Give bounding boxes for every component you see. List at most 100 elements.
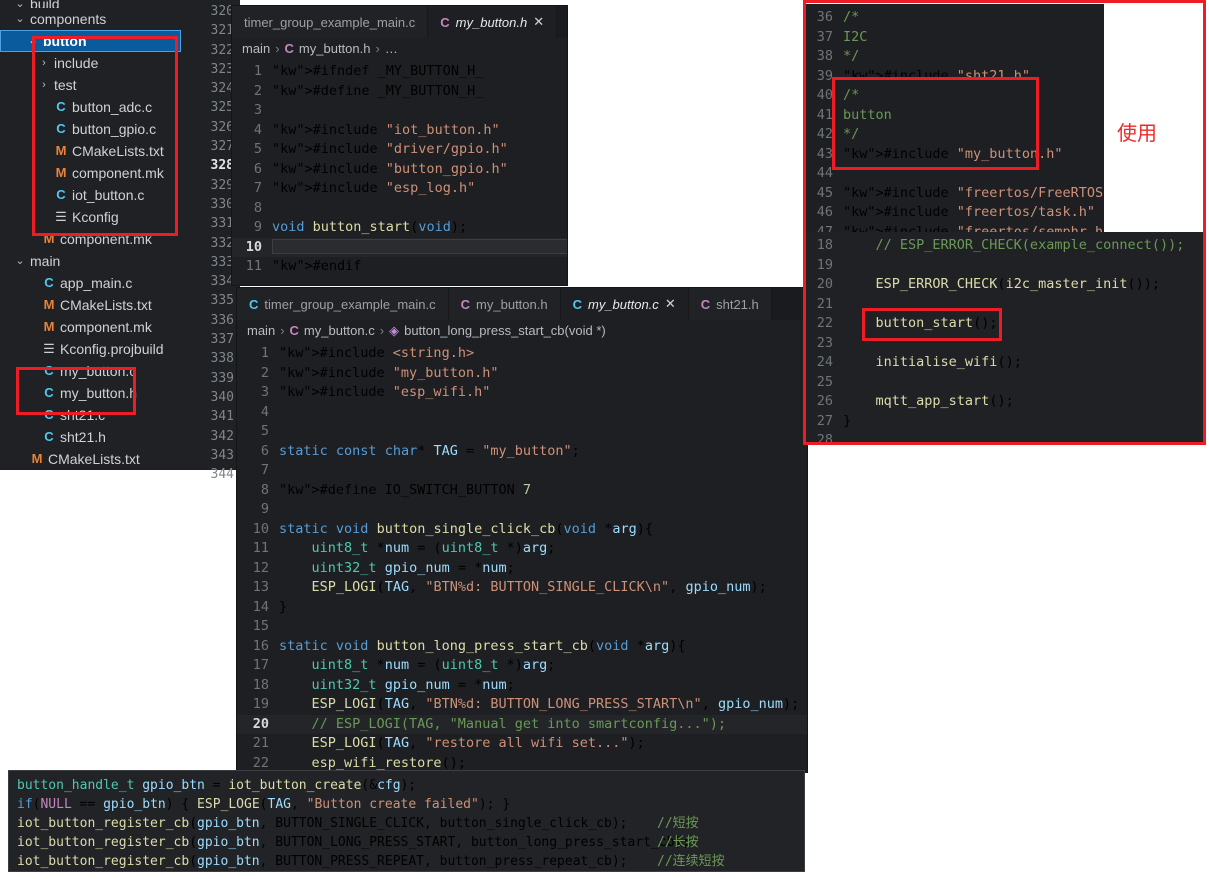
- sidebar-item-cmakelists-txt[interactable]: M CMakeLists.txt: [0, 140, 181, 162]
- breadcrumb-file[interactable]: my_button.h: [299, 38, 371, 60]
- code-line-text[interactable]: uint32_t gpio_num = *num;: [279, 559, 807, 579]
- sidebar-item-component-mk[interactable]: Mcomponent.mk: [0, 228, 181, 250]
- code-line[interactable]: 27}: [805, 412, 1205, 432]
- code-line[interactable]: 8: [232, 199, 567, 219]
- code-line-text[interactable]: [279, 403, 807, 423]
- code-line-text[interactable]: [843, 431, 1205, 445]
- code-line-text[interactable]: "kw">#include "esp_wifi.h": [279, 383, 807, 403]
- code-line[interactable]: 9 void button_start(void);: [232, 218, 567, 238]
- code-line-text[interactable]: static const char* TAG = "my_button";: [279, 442, 807, 462]
- code-line-text[interactable]: */: [843, 125, 1104, 145]
- code-line-text[interactable]: "kw">#endif: [272, 257, 567, 277]
- code-area-app-main-includes[interactable]: 36/* 37 I2C 38 */39 "kw">#include "sht21.h" 40…: [805, 4, 1104, 233]
- code-line[interactable]: 8 "kw">#define IO_SWITCH_BUTTON 7: [237, 481, 807, 501]
- code-line-text[interactable]: "kw">#ifndef _MY_BUTTON_H_: [272, 62, 567, 82]
- code-line-text[interactable]: /*: [843, 8, 1104, 28]
- sidebar-item-test[interactable]: › test: [0, 74, 181, 96]
- code-line-text[interactable]: [272, 101, 567, 121]
- code-line[interactable]: 23: [805, 334, 1205, 354]
- code-line-text[interactable]: button_handle_t gpio_btn = iot_button_cr…: [17, 776, 657, 795]
- code-line[interactable]: 12 uint32_t gpio_num = *num;: [237, 559, 807, 579]
- code-line[interactable]: 26 mqtt_app_start();: [805, 392, 1205, 412]
- tab-sht21-h[interactable]: Csht21.h: [688, 288, 772, 320]
- code-line-text[interactable]: "kw">#include "driver/gpio.h": [272, 140, 567, 160]
- code-line[interactable]: 36 /*: [805, 8, 1104, 28]
- code-line[interactable]: iot_button_register_cb(gpio_btn, BUTTON_…: [17, 852, 804, 871]
- code-line[interactable]: if(NULL == gpio_btn) { ESP_LOGE(TAG, "Bu…: [17, 795, 804, 814]
- code-line[interactable]: iot_button_register_cb(gpio_btn, BUTTON_…: [17, 833, 804, 852]
- code-line[interactable]: 45 "kw">#include "freertos/FreeRTOS.h": [805, 184, 1104, 204]
- breadcrumb-tail[interactable]: …: [385, 38, 398, 60]
- code-line[interactable]: 25: [805, 373, 1205, 393]
- sidebar-item-my-button-c[interactable]: Cmy_button.c: [0, 360, 181, 382]
- code-line-text[interactable]: ESP_LOGI(TAG, "restore all wifi set...")…: [279, 734, 807, 754]
- code-line-text[interactable]: // ESP_LOGI(TAG, "Manual get into smartc…: [279, 715, 807, 735]
- code-line[interactable]: 43 "kw">#include "my_button.h": [805, 145, 1104, 165]
- code-line-text[interactable]: button: [843, 106, 1104, 126]
- code-line[interactable]: 4 "kw">#include "iot_button.h": [232, 121, 567, 141]
- code-line-text[interactable]: [843, 295, 1205, 315]
- code-line-text[interactable]: iot_button_register_cb(gpio_btn, BUTTON_…: [17, 852, 657, 871]
- sidebar-item-cmakelists-txt[interactable]: M CMakeLists.txt: [0, 294, 181, 316]
- code-line-text[interactable]: "kw">#include "my_button.h": [279, 364, 807, 384]
- code-line[interactable]: 28: [805, 431, 1205, 445]
- sidebar-item-cmakelists-txt[interactable]: M CMakeLists.txt: [0, 448, 181, 470]
- code-line[interactable]: 1 "kw">#ifndef _MY_BUTTON_H_: [232, 62, 567, 82]
- code-line-text[interactable]: if(NULL == gpio_btn) { ESP_LOGE(TAG, "Bu…: [17, 795, 657, 814]
- code-line-text[interactable]: "kw">#include "freertos/task.h": [843, 203, 1104, 223]
- sidebar-item-iot-button-c[interactable]: Ciot_button.c: [0, 184, 181, 206]
- code-line-text[interactable]: [279, 422, 807, 442]
- breadcrumb-my-button-h[interactable]: main › C my_button.h › …: [232, 38, 567, 60]
- code-line[interactable]: 22 button_start();: [805, 314, 1205, 334]
- code-area-snippet[interactable]: button_handle_t gpio_btn = iot_button_cr…: [9, 771, 804, 871]
- code-line-text[interactable]: "kw">#include "my_button.h": [843, 145, 1104, 165]
- code-line-text[interactable]: [843, 334, 1205, 354]
- code-line[interactable]: 39 "kw">#include "sht21.h": [805, 67, 1104, 87]
- code-line[interactable]: 3 "kw">#include "esp_wifi.h": [237, 383, 807, 403]
- sidebar-item-components[interactable]: ⌄ components: [0, 8, 181, 30]
- code-snippet-panel[interactable]: button_handle_t gpio_btn = iot_button_cr…: [8, 770, 805, 872]
- code-line-text[interactable]: "kw">#define _MY_BUTTON_H_: [272, 82, 567, 102]
- code-line-text[interactable]: "kw">#include "button_gpio.h": [272, 160, 567, 180]
- editor-panel-my-button-c[interactable]: Ctimer_group_example_main.c Cmy_button.h C…: [237, 288, 807, 772]
- sidebar-item-main[interactable]: ⌄ main: [0, 250, 181, 272]
- code-line[interactable]: 38 */: [805, 47, 1104, 67]
- code-line[interactable]: 18 // ESP_ERROR_CHECK(example_connect())…: [805, 236, 1205, 256]
- code-line-text[interactable]: ESP_LOGI(TAG, "BTN%d: BUTTON_LONG_PRESS_…: [279, 695, 807, 715]
- code-line-text[interactable]: [843, 373, 1205, 393]
- code-line[interactable]: 3: [232, 101, 567, 121]
- code-line[interactable]: 20 ESP_ERROR_CHECK(i2c_master_init());: [805, 275, 1205, 295]
- sidebar-item-button[interactable]: ⌄ button: [0, 30, 181, 52]
- code-area-my-button-h[interactable]: 1 "kw">#ifndef _MY_BUTTON_H_ 2 "kw">#define…: [232, 60, 567, 277]
- code-line[interactable]: 9: [237, 500, 807, 520]
- sidebar-item-app-main-c[interactable]: Capp_main.c: [0, 272, 181, 294]
- code-line[interactable]: 15: [237, 617, 807, 637]
- sidebar-item-kconfig-projbuild[interactable]: ☰ Kconfig.projbuild: [0, 338, 181, 360]
- code-line-text[interactable]: [843, 164, 1104, 184]
- code-line[interactable]: 17 uint8_t *num = (uint8_t *)arg;: [237, 656, 807, 676]
- code-line-text[interactable]: button_start();: [843, 314, 1205, 334]
- code-line[interactable]: 5: [237, 422, 807, 442]
- code-line[interactable]: 46 "kw">#include "freertos/task.h": [805, 203, 1104, 223]
- code-line-text[interactable]: }: [279, 598, 807, 618]
- code-line[interactable]: 5 "kw">#include "driver/gpio.h": [232, 140, 567, 160]
- code-line[interactable]: 18 uint32_t gpio_num = *num;: [237, 676, 807, 696]
- sidebar-item-button-adc-c[interactable]: Cbutton_adc.c: [0, 96, 181, 118]
- code-line[interactable]: 21 ESP_LOGI(TAG, "restore all wifi set..…: [237, 734, 807, 754]
- code-area-app-main-body[interactable]: 18 // ESP_ERROR_CHECK(example_connect())…: [805, 233, 1205, 445]
- code-line[interactable]: 16 static void button_long_press_start_cb…: [237, 637, 807, 657]
- code-line[interactable]: 37 I2C: [805, 28, 1104, 48]
- code-line[interactable]: button_handle_t gpio_btn = iot_button_cr…: [17, 776, 804, 795]
- breadcrumb-symbol[interactable]: button_long_press_start_cb(void *): [404, 320, 606, 342]
- close-icon[interactable]: ✕: [533, 14, 544, 30]
- code-line-text[interactable]: "kw">#include "esp_log.h": [272, 179, 567, 199]
- code-line[interactable]: 6 static const char* TAG = "my_button";: [237, 442, 807, 462]
- code-line-text[interactable]: [279, 461, 807, 481]
- code-line[interactable]: 4: [237, 403, 807, 423]
- code-line[interactable]: 2 "kw">#define _MY_BUTTON_H_: [232, 82, 567, 102]
- tabbar-my-button-c[interactable]: Ctimer_group_example_main.c Cmy_button.h C…: [237, 288, 807, 320]
- tab-my-button-h[interactable]: Cmy_button.h ✕: [428, 6, 558, 38]
- sidebar-item-kconfig[interactable]: ☰ Kconfig: [0, 206, 181, 228]
- code-line-text[interactable]: /*: [843, 86, 1104, 106]
- tab-my-button-c[interactable]: Cmy_button.c ✕: [560, 288, 689, 320]
